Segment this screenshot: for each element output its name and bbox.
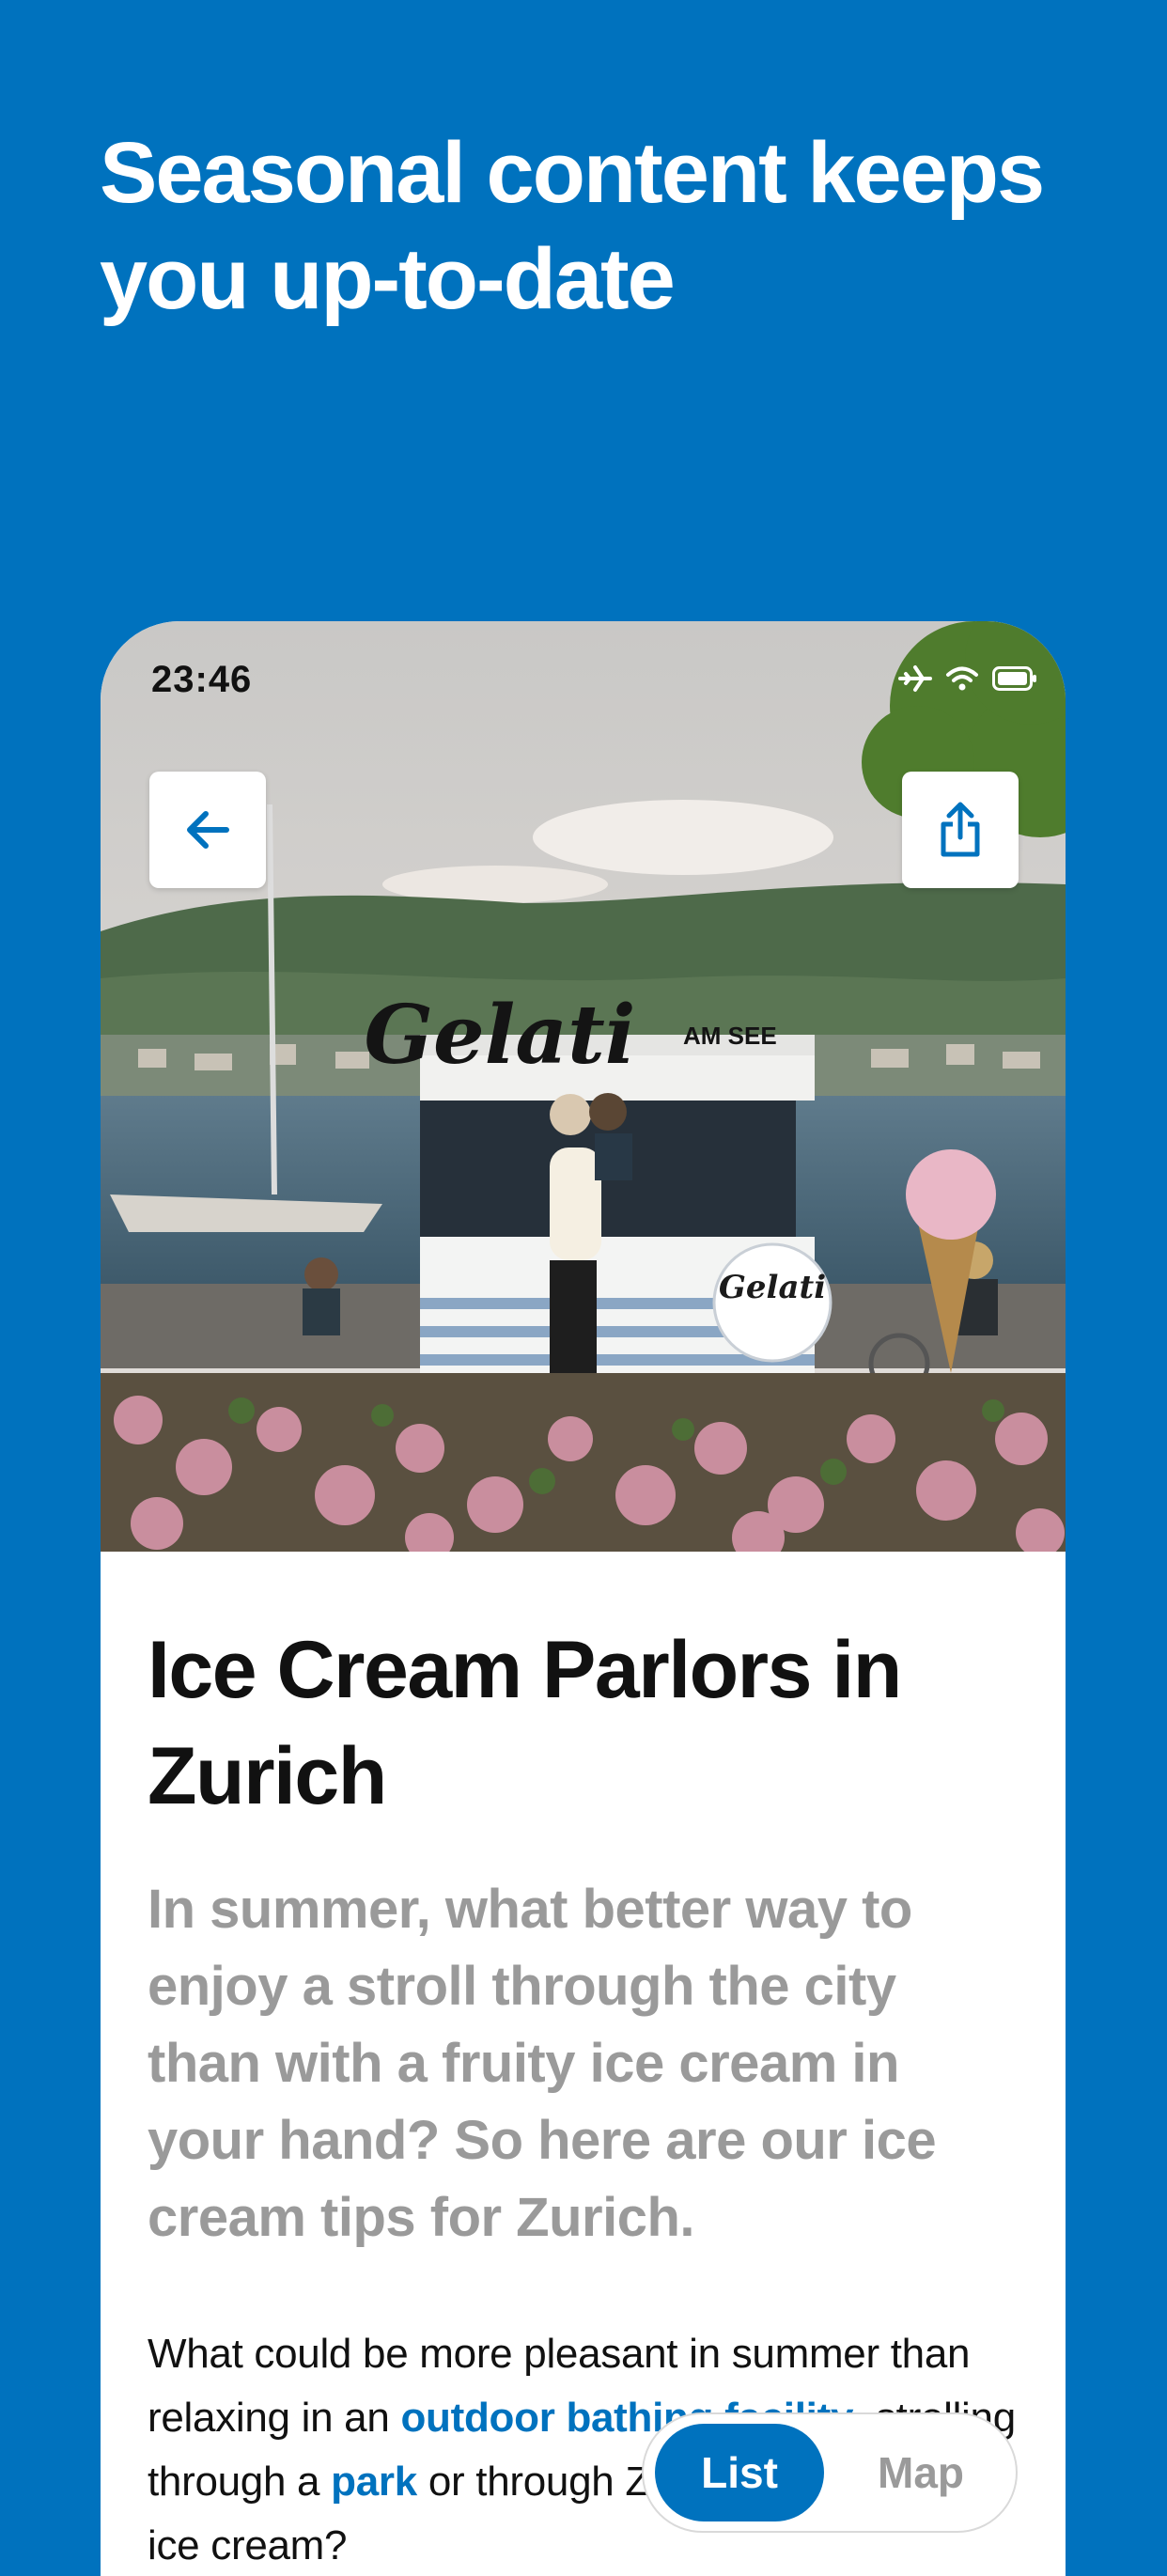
article-title: Ice Cream Parlors in Zurich: [148, 1625, 902, 1821]
wifi-icon: [945, 664, 979, 693]
status-icons: [898, 664, 1037, 693]
airplane-mode-icon: [898, 664, 932, 693]
cart-logo: Gelati: [719, 1269, 826, 1306]
cart-sign: Gelati: [365, 988, 636, 1083]
park-link[interactable]: park: [331, 2459, 417, 2505]
arrow-left-icon: [181, 804, 234, 856]
phone-frame: Gelati Gelati AM SEE 23:46 Ice Cream Par…: [101, 621, 1066, 2576]
battery-icon: [992, 666, 1037, 691]
share-button[interactable]: [902, 772, 1019, 888]
promo-headline: Seasonal content keeps you up-to-date: [100, 125, 1045, 327]
map-toggle-button[interactable]: Map: [850, 2424, 991, 2521]
article-lead: In summer, what better way to enjoy a st…: [148, 1879, 937, 2248]
list-map-toggle: List Map: [642, 2412, 1018, 2533]
back-button[interactable]: [149, 772, 266, 888]
share-icon: [934, 800, 987, 860]
hero-image: Gelati Gelati AM SEE 23:46: [101, 621, 1066, 1552]
list-toggle-button[interactable]: List: [655, 2424, 824, 2521]
status-time: 23:46: [151, 659, 253, 700]
cart-sign-subtext: AM SEE: [683, 1022, 777, 1050]
